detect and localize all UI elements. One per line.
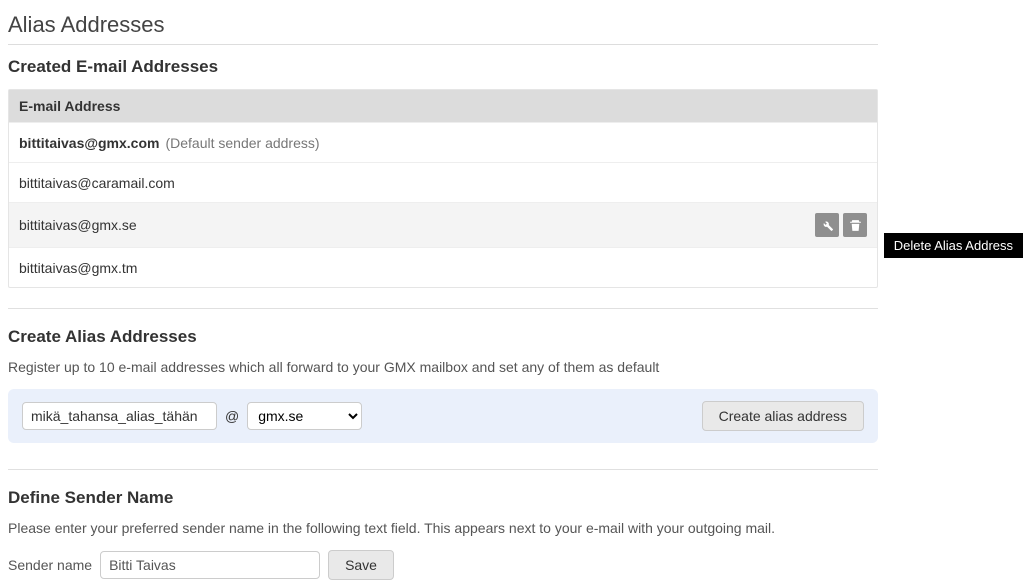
table-header-email: E-mail Address bbox=[9, 90, 877, 122]
table-row[interactable]: bittitaivas@caramail.com bbox=[9, 162, 877, 202]
sender-name-description: Please enter your preferred sender name … bbox=[8, 520, 878, 536]
email-address: bittitaivas@gmx.se bbox=[19, 217, 137, 233]
email-address: bittitaivas@gmx.com bbox=[19, 135, 159, 151]
divider bbox=[8, 308, 878, 309]
default-sender-badge: (Default sender address) bbox=[165, 135, 319, 151]
delete-icon[interactable] bbox=[843, 213, 867, 237]
create-alias-heading: Create Alias Addresses bbox=[8, 327, 878, 347]
sender-name-heading: Define Sender Name bbox=[8, 488, 878, 508]
table-row[interactable]: bittitaivas@gmx.tm bbox=[9, 247, 877, 287]
divider bbox=[8, 44, 878, 45]
email-address: bittitaivas@gmx.tm bbox=[19, 260, 137, 276]
sender-name-input[interactable] bbox=[100, 551, 320, 579]
created-addresses-heading: Created E-mail Addresses bbox=[8, 57, 878, 77]
sender-name-row: Sender name Save bbox=[8, 550, 878, 580]
email-address: bittitaivas@caramail.com bbox=[19, 175, 175, 191]
create-alias-panel: @ gmx.se Create alias address bbox=[8, 389, 878, 443]
create-alias-description: Register up to 10 e-mail addresses which… bbox=[8, 359, 878, 375]
alias-name-input[interactable] bbox=[22, 402, 217, 430]
save-button[interactable]: Save bbox=[328, 550, 394, 580]
create-alias-button[interactable]: Create alias address bbox=[702, 401, 864, 431]
wrench-icon[interactable] bbox=[815, 213, 839, 237]
at-symbol: @ bbox=[225, 408, 239, 424]
table-row[interactable]: bittitaivas@gmx.seDelete Alias Address bbox=[9, 202, 877, 247]
page-title: Alias Addresses bbox=[8, 12, 878, 38]
delete-tooltip: Delete Alias Address bbox=[884, 233, 1023, 258]
table-row[interactable]: bittitaivas@gmx.com (Default sender addre… bbox=[9, 122, 877, 162]
email-address-table: E-mail Address bittitaivas@gmx.com (Defau… bbox=[8, 89, 878, 288]
alias-domain-select[interactable]: gmx.se bbox=[247, 402, 362, 430]
divider bbox=[8, 469, 878, 470]
